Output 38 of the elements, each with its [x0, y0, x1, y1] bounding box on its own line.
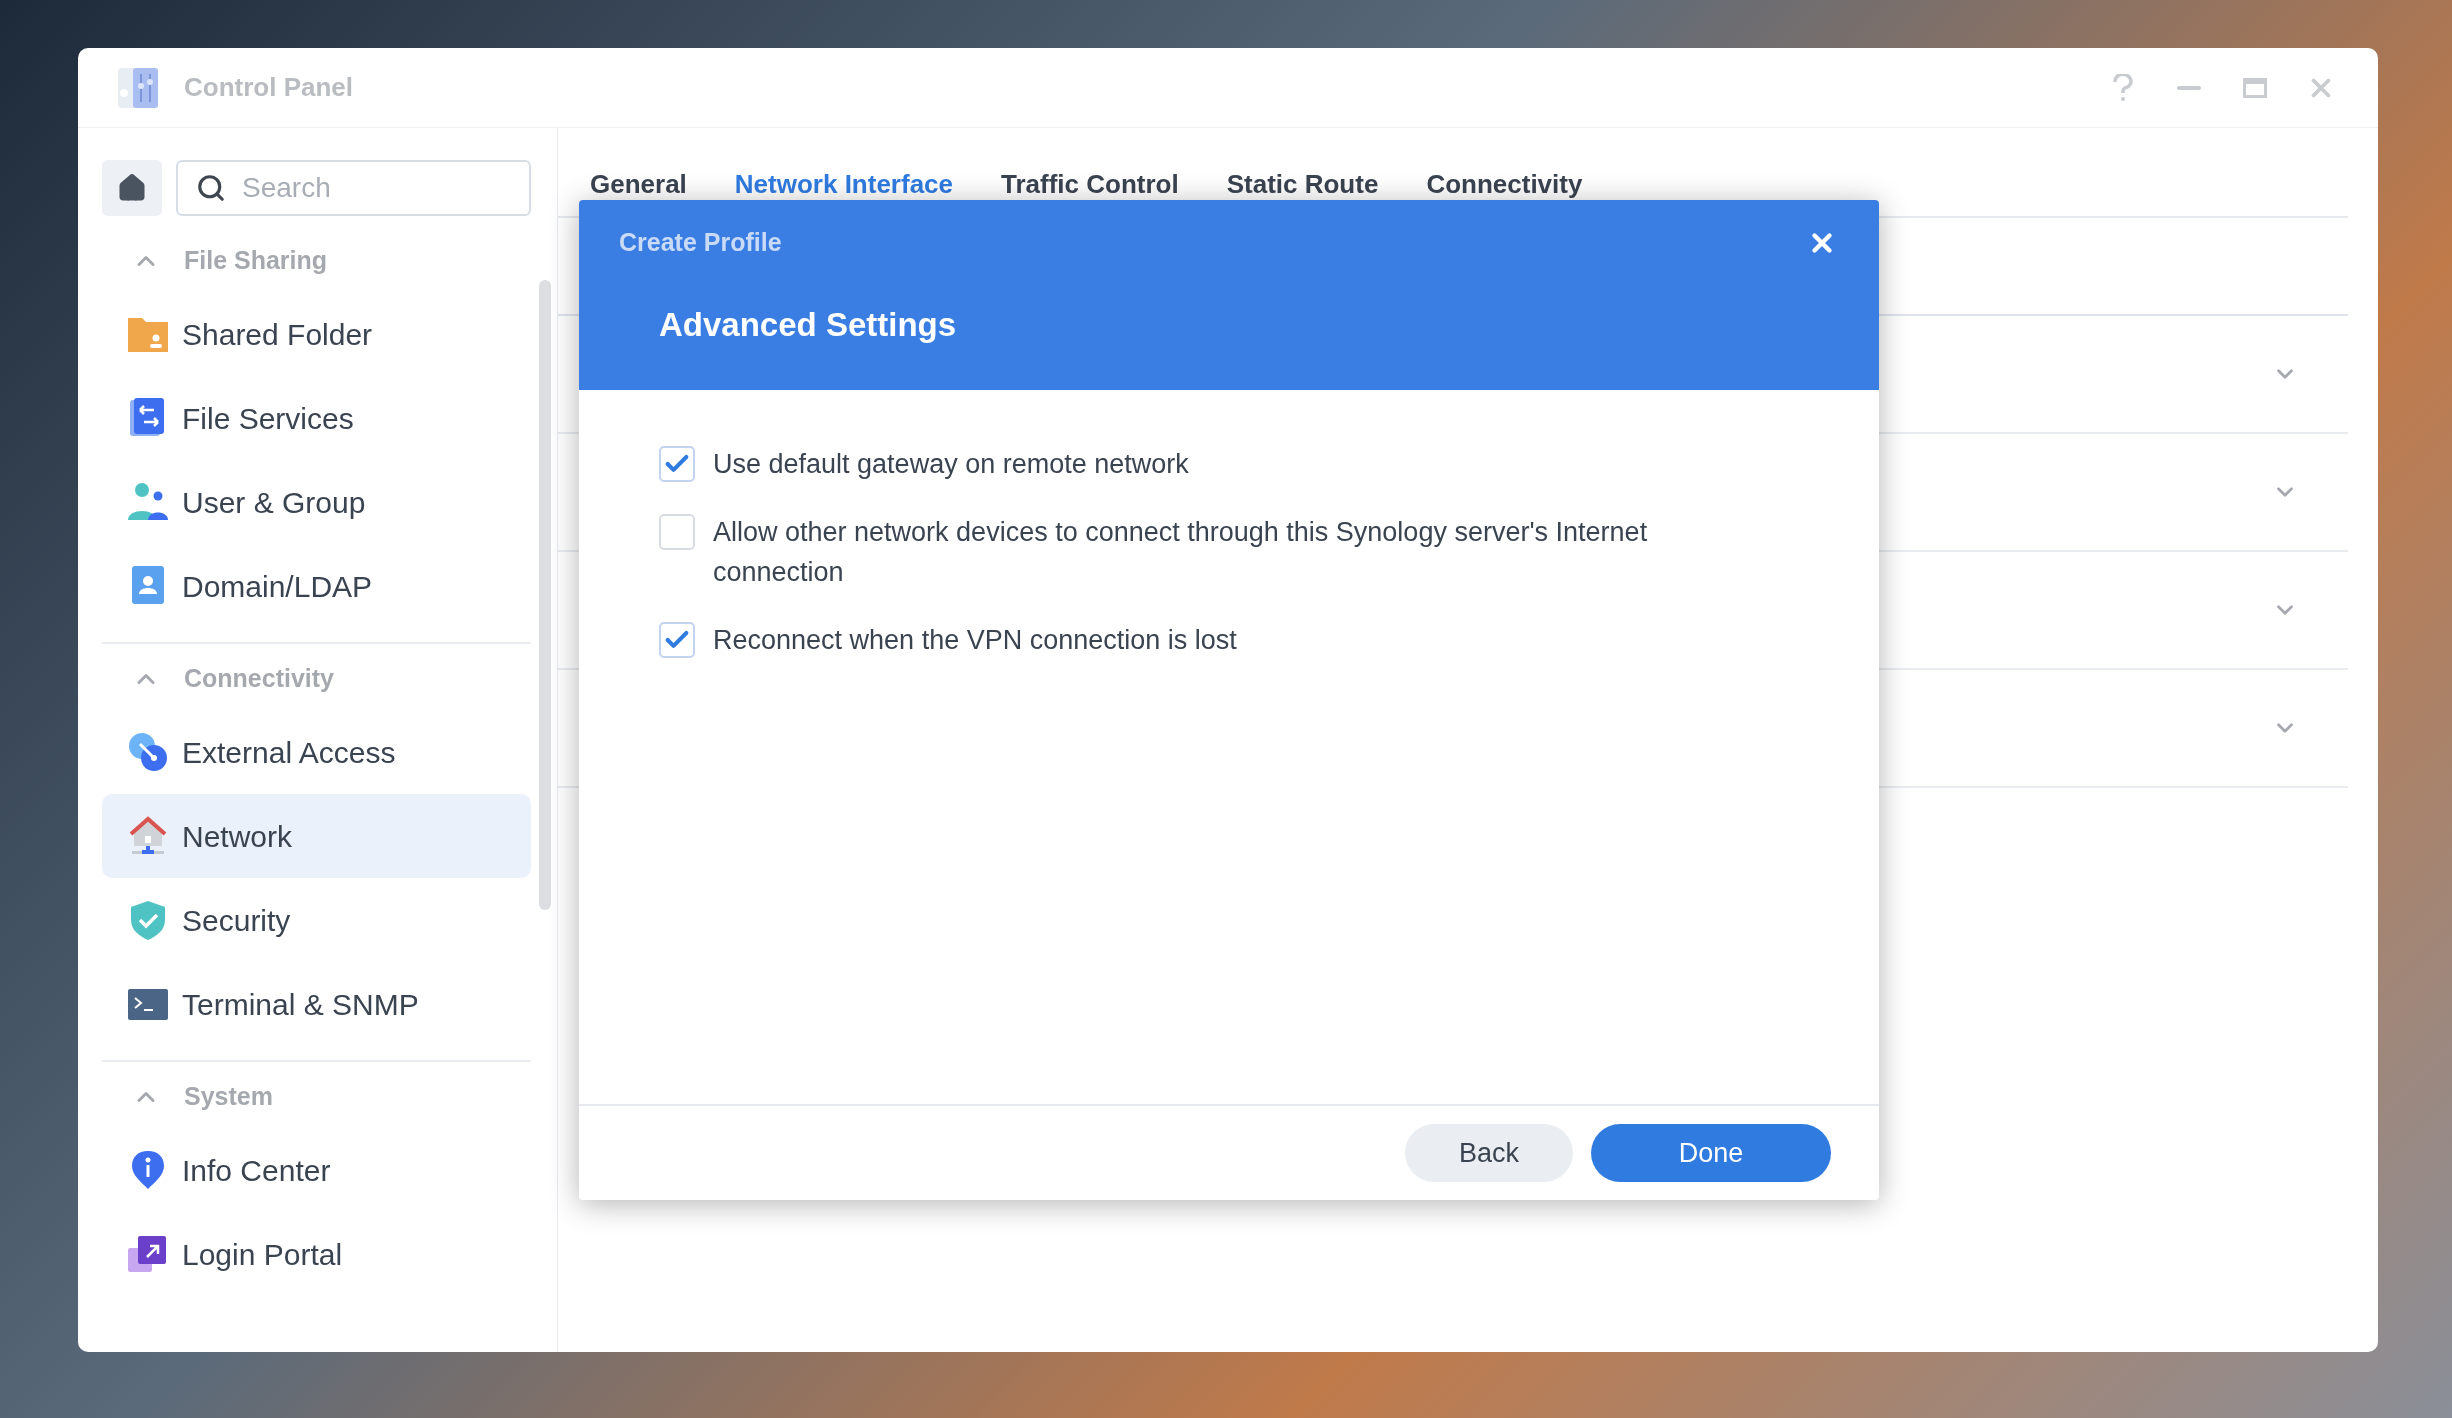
checkbox[interactable]	[659, 446, 695, 482]
help-icon	[2112, 73, 2134, 102]
users-icon	[128, 482, 168, 522]
done-button[interactable]: Done	[1591, 1124, 1831, 1182]
search-input[interactable]: Search	[242, 167, 511, 209]
sidebar-item[interactable]: Network	[102, 794, 531, 878]
sidebar-item[interactable]: Security	[102, 878, 531, 962]
option-label: Allow other network devices to connect through this Synology server's Internet connection	[713, 516, 1649, 589]
sidebar-item[interactable]: Terminal & SNMP	[102, 962, 531, 1046]
shield-check-icon	[128, 900, 168, 940]
maximize-icon	[2243, 77, 2267, 98]
sidebar-item[interactable]: Domain/LDAP	[102, 544, 531, 628]
checkbox[interactable]	[659, 514, 695, 550]
option-label: Reconnect when the VPN connection is lost	[713, 624, 1237, 657]
section-title: Connectivity	[184, 663, 335, 695]
sidebar-item[interactable]: External Access	[102, 710, 531, 794]
sidebar-item[interactable]: User & Group	[102, 460, 531, 544]
option-label: Use default gateway on remote network	[713, 448, 1189, 481]
network-house-icon	[128, 816, 168, 856]
checkbox[interactable]	[659, 622, 695, 658]
section-title: File Sharing	[184, 245, 328, 277]
home-icon	[117, 173, 147, 203]
sidebar-item[interactable]: Shared Folder	[102, 292, 531, 376]
minimize-icon	[2177, 85, 2201, 90]
window-title: Control Panel	[184, 71, 353, 104]
section-title: System	[184, 1081, 273, 1113]
home-button[interactable]	[102, 160, 162, 216]
login-portal-icon	[128, 1234, 168, 1274]
external-access-icon	[128, 732, 168, 772]
dialog-heading: Advanced Settings	[659, 304, 958, 345]
search-icon	[196, 173, 226, 203]
sidebar-item[interactable]: File Services	[102, 376, 531, 460]
search-field[interactable]: Search	[176, 160, 531, 216]
back-button[interactable]: Back	[1405, 1124, 1573, 1182]
sidebar-item[interactable]: Info Center	[102, 1128, 531, 1212]
sidebar-item[interactable]: Login Portal	[102, 1212, 531, 1296]
dialog-title: Create Profile	[619, 227, 782, 258]
control-panel-icon	[116, 65, 160, 110]
